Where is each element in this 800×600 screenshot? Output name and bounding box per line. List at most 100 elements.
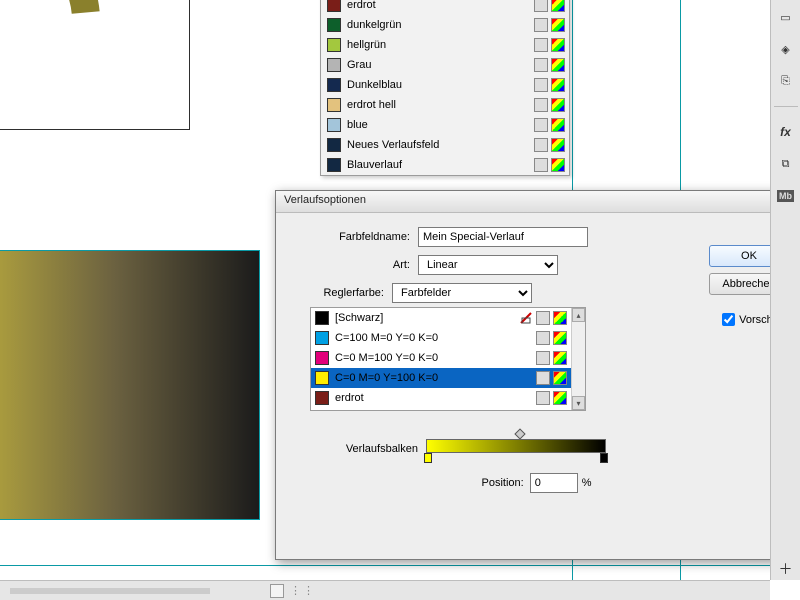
swatch-type-icon (534, 98, 548, 112)
swatch-row[interactable]: Dunkelblau (321, 75, 569, 95)
stopcolor-select[interactable]: Farbfelder (392, 283, 532, 303)
swatch-row[interactable]: Neues Verlaufsfeld (321, 135, 569, 155)
percent-sign: % (582, 477, 592, 489)
color-chip (315, 311, 329, 325)
swatch-chip (327, 98, 341, 112)
gradient-options-dialog: Verlaufsoptionen Farbfeldname: Art: Line… (275, 190, 800, 560)
swatch-colormode-icon (551, 158, 565, 172)
horizontal-scrollbar[interactable] (10, 588, 210, 594)
color-list-row[interactable]: C=0 M=100 Y=0 K=0 (311, 348, 571, 368)
color-chip (315, 351, 329, 365)
stopcolor-label: Reglerfarbe: (290, 287, 384, 299)
list-scrollbar[interactable]: ▴ ▾ (571, 308, 585, 410)
swatch-type-icon (534, 38, 548, 52)
swatch-name: Grau (347, 59, 534, 71)
gradient-bar[interactable] (426, 439, 606, 453)
effects-panel-icon[interactable]: fx (775, 121, 797, 143)
color-name: C=0 M=0 Y=100 K=0 (335, 372, 536, 384)
right-panel-dock: ▭ ◈ ⎘ fx ⧉ Mb ＋ (770, 0, 800, 580)
swatch-name-input[interactable] (418, 227, 588, 247)
gradient-stop-left[interactable] (424, 453, 432, 463)
color-list-row[interactable]: erdrot (311, 388, 571, 408)
color-name: [Schwarz] (335, 312, 519, 324)
swatch-chip (327, 138, 341, 152)
swatch-row[interactable]: Blauverlauf (321, 155, 569, 175)
swatch-colormode-icon (551, 18, 565, 32)
type-select[interactable]: Linear (418, 255, 558, 275)
layers-panel-icon[interactable]: ◈ (775, 38, 797, 60)
swatch-type-icon (536, 331, 550, 345)
position-input[interactable] (530, 473, 578, 493)
gradient-preview-rect (0, 250, 260, 520)
color-list-row[interactable]: C=100 M=0 Y=0 K=0 (311, 328, 571, 348)
not-editable-icon (519, 311, 533, 325)
pages-panel-icon[interactable]: ▭ (775, 6, 797, 28)
mb-panel-icon[interactable]: Mb (775, 185, 797, 207)
swatch-colormode-icon (553, 391, 567, 405)
status-dots: ⋮⋮ (290, 584, 316, 597)
color-list-row[interactable]: [Schwarz] (311, 308, 571, 328)
swatch-row[interactable]: blue (321, 115, 569, 135)
swatch-row[interactable]: dunkelgrün (321, 15, 569, 35)
swatch-row[interactable]: hellgrün (321, 35, 569, 55)
swatch-colormode-icon (553, 371, 567, 385)
color-list-row[interactable]: C=0 M=0 Y=100 K=0 (311, 368, 571, 388)
swatch-colormode-icon (551, 98, 565, 112)
swatch-name: erdrot hell (347, 99, 534, 111)
add-panel-button[interactable]: ＋ (775, 558, 797, 580)
swatch-name: erdrot (347, 0, 534, 11)
swatch-type-icon (534, 0, 548, 12)
guide-horizontal[interactable] (0, 565, 770, 566)
scroll-down-button[interactable]: ▾ (572, 396, 585, 410)
gradbar-label: Verlaufsbalken (310, 439, 418, 455)
swatch-chip (327, 18, 341, 32)
swatch-chip (327, 118, 341, 132)
type-label: Art: (290, 259, 410, 271)
dialog-title[interactable]: Verlaufsoptionen (276, 191, 799, 213)
object-styles-panel-icon[interactable]: ⧉ (775, 153, 797, 175)
view-mode-button[interactable] (270, 584, 284, 598)
color-chip (315, 331, 329, 345)
swatch-type-icon (536, 391, 550, 405)
color-name: C=0 M=100 Y=0 K=0 (335, 352, 536, 364)
swatch-row[interactable]: Grau (321, 55, 569, 75)
midpoint-diamond[interactable] (514, 428, 525, 439)
position-label: Position: (482, 477, 524, 489)
swatch-name: dunkelgrün (347, 19, 534, 31)
swatch-row[interactable]: erdrot (321, 0, 569, 15)
scroll-track[interactable] (572, 322, 585, 396)
swatch-colormode-icon (551, 0, 565, 12)
swatch-colormode-icon (553, 351, 567, 365)
color-chip (315, 371, 329, 385)
swatch-type-icon (536, 371, 550, 385)
swatch-type-icon (534, 18, 548, 32)
swatches-panel[interactable]: erdrot dunkelgrün hellgrün Grau Dunkelblau er… (320, 0, 570, 176)
swatch-row[interactable]: erdrot hell (321, 95, 569, 115)
swatch-name: Neues Verlaufsfeld (347, 139, 534, 151)
stop-color-list[interactable]: [Schwarz] C=100 M=0 Y=0 K=0 C=0 M=100 Y=0 … (310, 307, 586, 411)
gradient-stop-right[interactable] (600, 453, 608, 463)
scroll-up-button[interactable]: ▴ (572, 308, 585, 322)
swatch-name: Blauverlauf (347, 159, 534, 171)
swatch-type-icon (536, 351, 550, 365)
swatch-chip (327, 38, 341, 52)
swatch-chip (327, 58, 341, 72)
color-chip (315, 391, 329, 405)
swatch-type-icon (534, 58, 548, 72)
swatch-colormode-icon (551, 118, 565, 132)
gradient-ramp[interactable] (426, 439, 606, 453)
bottom-status-bar: ⋮⋮ (0, 580, 770, 600)
swatch-name: Dunkelblau (347, 79, 534, 91)
swatch-type-icon (534, 138, 548, 152)
preview-checkbox[interactable] (722, 313, 735, 326)
swatch-name: hellgrün (347, 39, 534, 51)
swatch-colormode-icon (553, 311, 567, 325)
swatch-colormode-icon (551, 38, 565, 52)
links-panel-icon[interactable]: ⎘ (775, 70, 797, 92)
swatch-colormode-icon (551, 78, 565, 92)
swatch-name: blue (347, 119, 534, 131)
color-name: erdrot (335, 392, 536, 404)
name-label: Farbfeldname: (290, 231, 410, 243)
swatch-chip (327, 78, 341, 92)
swatch-type-icon (534, 78, 548, 92)
